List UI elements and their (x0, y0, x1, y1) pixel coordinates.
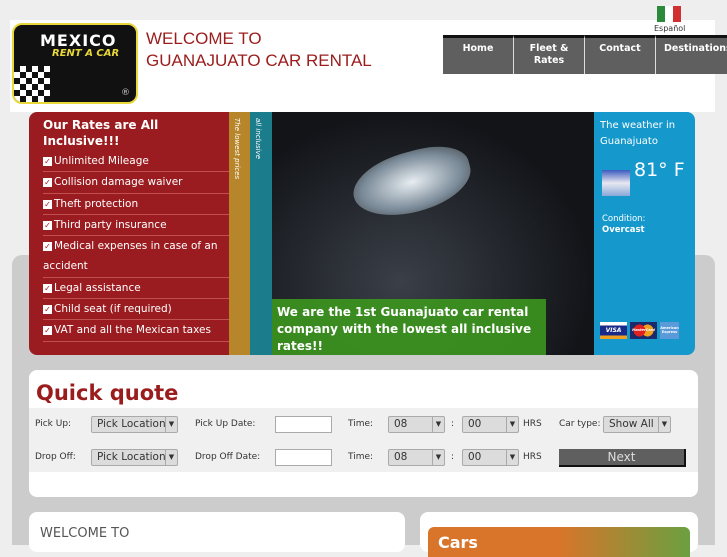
chevron-down-icon: ▼ (506, 417, 518, 432)
chevron-down-icon: ▼ (432, 417, 444, 432)
checkbox-icon: ✓ (43, 283, 52, 293)
pickup-label: Pick Up: (35, 419, 72, 429)
dropoff-location-select[interactable]: Pick Location ▼ (91, 449, 178, 466)
list-item: ✓ Legal assistance (43, 278, 229, 300)
headlight-image (346, 137, 478, 227)
list-item: ✓ Theft protection (43, 194, 229, 215)
checkbox-icon: ✓ (43, 242, 52, 252)
pickup-hour-select[interactable]: 08 ▼ (388, 416, 445, 433)
checkbox-icon: ✓ (43, 305, 52, 315)
list-item: ✓ Collision damage waiver (43, 172, 229, 194)
cars-box: Cars (420, 512, 698, 557)
pickup-location-select[interactable]: Pick Location ▼ (91, 416, 178, 433)
welcome-heading: WELCOME TO (40, 526, 130, 541)
site-title: WELCOME TO GUANAJUATO CAR RENTAL (146, 29, 372, 70)
mastercard-icon: MasterCard (630, 322, 657, 339)
pickup-date-label: Pick Up Date: (195, 419, 256, 429)
temperature: 81° F (634, 159, 685, 181)
pickup-time-label: Time: (348, 419, 374, 429)
hero-car-image: We are the 1st Guanajuato car rental com… (272, 112, 594, 355)
language-link[interactable]: Español (654, 24, 685, 33)
main-nav: Home Fleet & Rates Contact Destinations (443, 35, 727, 74)
amex-icon: American Express (660, 322, 679, 339)
dropoff-date-input[interactable] (275, 449, 332, 466)
welcome-box: WELCOME TO (29, 512, 405, 552)
condition-label: Condition: (602, 214, 646, 224)
all-inclusive-strip: all inclusive (250, 112, 272, 355)
car-type-select[interactable]: Show All ▼ (603, 416, 671, 433)
cars-banner[interactable]: Cars (428, 527, 690, 557)
list-item: ✓ Child seat (if required) (43, 299, 229, 321)
dropoff-label: Drop Off: (35, 452, 76, 462)
weather-title: The weather in Guanajuato (600, 120, 676, 147)
nav-destinations[interactable]: Destinations (656, 35, 727, 74)
checkbox-icon: ✓ (43, 199, 52, 209)
time-separator: : (451, 419, 455, 429)
chevron-down-icon: ▼ (165, 417, 177, 432)
quick-quote-title: Quick quote (36, 381, 179, 405)
dropoff-date-label: Drop Off Date: (195, 452, 261, 462)
visa-icon: VISA (600, 322, 627, 339)
chevron-down-icon: ▼ (658, 417, 670, 432)
dropoff-hour-select[interactable]: 08 ▼ (388, 449, 445, 466)
pickup-minute-select[interactable]: 00 ▼ (462, 416, 519, 433)
checkbox-icon: ✓ (43, 157, 52, 166)
quick-quote-form: Quick quote Pick Up: Pick Location ▼ Pick… (29, 370, 698, 497)
checkbox-icon: ✓ (43, 326, 52, 336)
chevron-down-icon: ▼ (432, 450, 444, 465)
weather-widget: The weather in Guanajuato 81° F Conditio… (594, 112, 695, 355)
hrs-label: HRS (523, 419, 542, 429)
mexico-flag-icon[interactable] (657, 6, 681, 22)
lowest-prices-strip: The lowest prices (229, 112, 250, 355)
dropoff-time-label: Time: (348, 452, 374, 462)
chevron-down-icon: ▼ (165, 450, 177, 465)
rates-title: Our Rates are All Inclusive!!! (43, 118, 159, 148)
next-button[interactable]: Next (559, 449, 686, 467)
nav-contact[interactable]: Contact (585, 35, 656, 74)
time-separator: : (451, 452, 455, 462)
logo[interactable]: MEXICO RENT A CAR ® (12, 23, 138, 104)
payment-cards: VISA MasterCard American Express (600, 322, 679, 339)
condition-value: Overcast (602, 225, 645, 235)
nav-home[interactable]: Home (443, 35, 514, 74)
dropoff-minute-select[interactable]: 00 ▼ (462, 449, 519, 466)
overcast-weather-icon (602, 170, 630, 196)
checkbox-icon: ✓ (43, 178, 52, 188)
chevron-down-icon: ▼ (506, 450, 518, 465)
list-item: ✓ Third party insurance (43, 215, 229, 237)
hrs-label: HRS (523, 452, 542, 462)
hero-banner: We are the 1st Guanajuato car rental com… (272, 299, 546, 355)
list-item: ✓ VAT and all the Mexican taxes (43, 320, 229, 342)
pickup-date-input[interactable] (275, 416, 332, 433)
car-type-label: Car type: (559, 419, 601, 429)
checkbox-icon: ✓ (43, 220, 52, 230)
list-item: ✓ Medical expenses in case of an accident (43, 236, 229, 278)
rates-panel: Our Rates are All Inclusive!!! ✓ Unlimite… (29, 112, 229, 355)
nav-fleet-rates[interactable]: Fleet & Rates (514, 35, 585, 74)
list-item: ✓ Unlimited Mileage (43, 151, 229, 173)
